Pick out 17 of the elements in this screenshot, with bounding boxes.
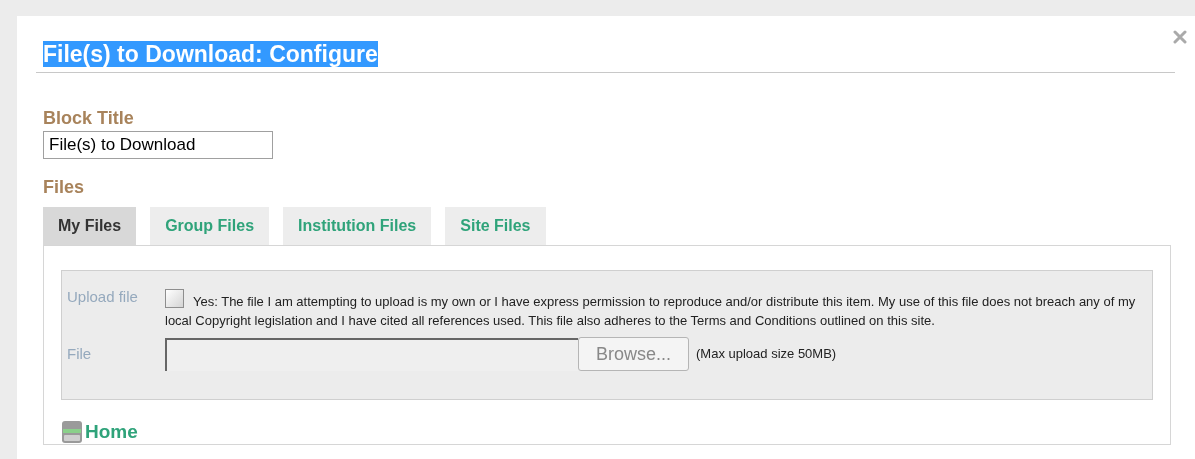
tab[interactable]: Institution Files (283, 207, 432, 245)
upload-size-note: (Max upload size 50MB) (696, 345, 837, 364)
folder-link[interactable]: Home (85, 418, 138, 447)
close-icon[interactable] (1173, 30, 1187, 44)
file-label: File (67, 343, 93, 364)
tab[interactable]: Site Files (445, 207, 546, 245)
upload-file-label: Upload file (67, 287, 139, 307)
field-label: Block Title (43, 107, 135, 129)
tab[interactable]: My Files (43, 207, 137, 245)
block-title-field[interactable]: File(s) to Download (43, 131, 273, 159)
tab[interactable]: Group Files (150, 207, 270, 245)
file-path-field[interactable] (165, 337, 578, 371)
dialog-title: File(s) to Download: Configure (43, 41, 378, 67)
browse-button[interactable]: Browse... (578, 337, 689, 371)
agreement-text: Yes: The file I am attempting to upload is my own or I have express permission to reproduce and/or distribute this item. My use of this file does not breach any of my local Copyright legislation and I have cited all references used. This file also adheres to the Terms and Conditions outlined on this site. (165, 287, 1142, 330)
agreement-checkbox[interactable] (165, 289, 184, 308)
section-label: Files (43, 176, 86, 198)
